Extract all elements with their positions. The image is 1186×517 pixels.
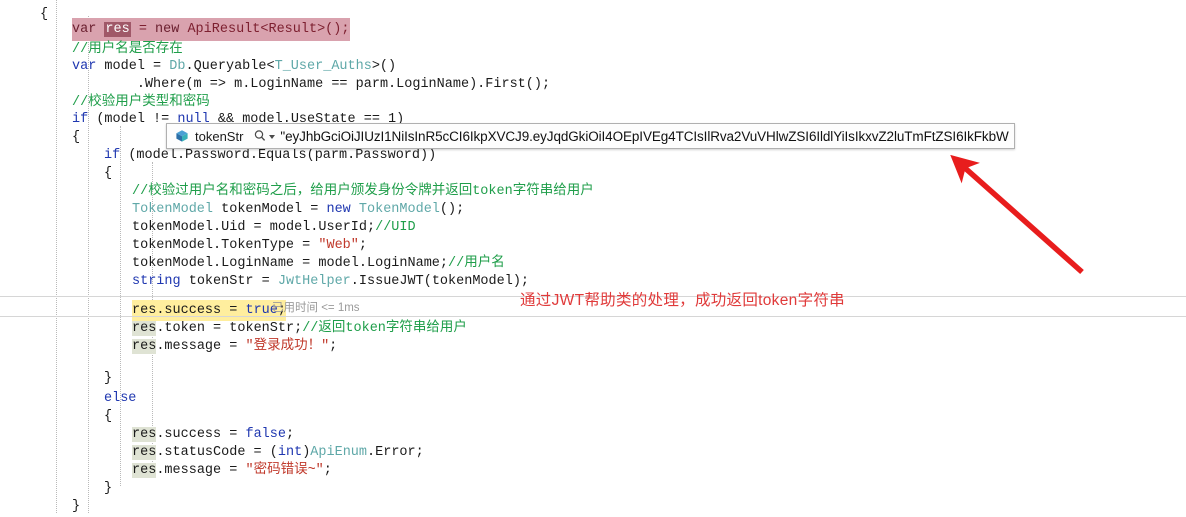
datatip-value: "eyJhbGciOiJIUzI1NiIsInR5cCI6IkpXVCJ9.ey… (280, 128, 1009, 144)
elapsed-time-adornment: 已用时间 <= 1ms (272, 302, 360, 314)
debugger-datatip[interactable]: tokenStr "eyJhbGciOiJIUzI1NiIsInR5cCI6Ik… (166, 123, 1015, 149)
datatip-variable-name: tokenStr (195, 128, 244, 144)
code-line[interactable]: var res = new ApiResult<Result>(); (0, 18, 1186, 41)
code-line[interactable]: res.message = "登录成功！"; (0, 336, 1186, 357)
code-editor[interactable]: {var res = new ApiResult<Result>();//用户名… (0, 0, 1186, 514)
execution-separator-bottom (0, 316, 1186, 317)
chevron-down-icon[interactable] (269, 135, 276, 139)
annotation-label: 通过JWT帮助类的处理，成功返回token字符串 (520, 292, 845, 309)
selected-token: res (104, 22, 131, 37)
code-line[interactable]: } (0, 368, 1186, 389)
local-variable-icon (174, 128, 190, 144)
code-line[interactable]: } (0, 496, 1186, 517)
magnifier-icon[interactable] (253, 128, 267, 144)
